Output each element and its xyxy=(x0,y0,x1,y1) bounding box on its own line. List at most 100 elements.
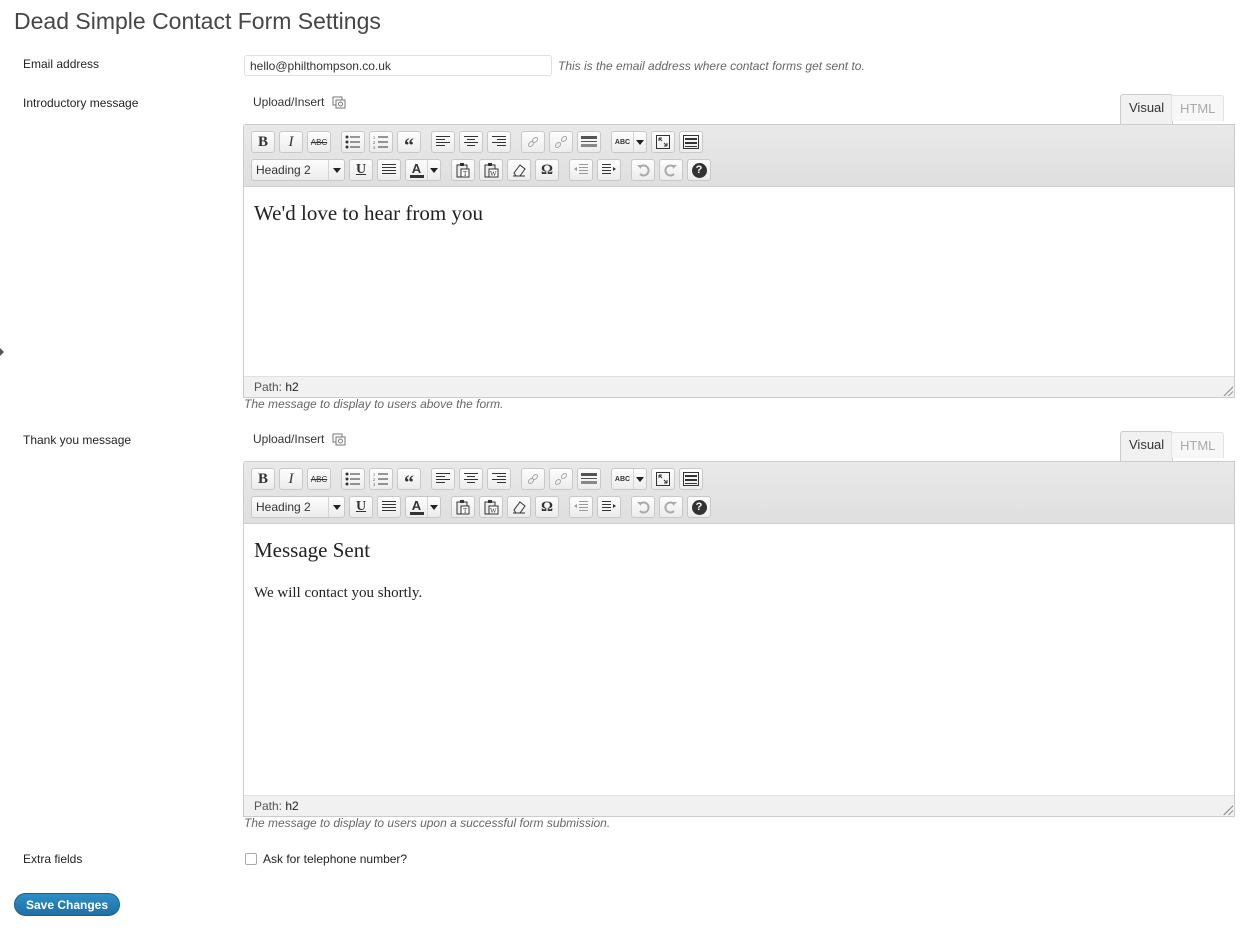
underline-button[interactable]: U xyxy=(349,159,373,181)
kitchen-sink-button[interactable] xyxy=(679,468,703,490)
fullscreen-button[interactable] xyxy=(651,468,675,490)
spellcheck-button[interactable]: ABC xyxy=(611,468,647,490)
help-icon: ? xyxy=(691,162,707,178)
chevron-down-icon xyxy=(328,497,344,517)
numbered-list-button[interactable]: 123 xyxy=(369,131,393,153)
resize-handle-icon[interactable] xyxy=(1223,386,1233,396)
indent-button[interactable] xyxy=(597,159,621,181)
underline-icon: U xyxy=(355,499,367,514)
clear-formatting-button[interactable] xyxy=(507,159,531,181)
add-media-icon[interactable] xyxy=(332,433,346,446)
align-right-button[interactable] xyxy=(487,131,511,153)
text-color-dropdown-icon[interactable] xyxy=(428,497,440,517)
special-character-button[interactable]: Ω xyxy=(535,159,559,181)
undo-button[interactable] xyxy=(631,159,655,181)
blockquote-button[interactable]: “ xyxy=(397,131,421,157)
unlink-button[interactable] xyxy=(549,468,573,490)
add-media-icon[interactable] xyxy=(332,96,346,109)
text-color-button[interactable]: A xyxy=(405,496,441,518)
telephone-option[interactable]: Ask for telephone number? xyxy=(245,852,407,866)
more-tag-icon xyxy=(581,136,597,147)
more-tag-button[interactable] xyxy=(577,468,601,490)
thanks-path-bar: Path: h2 xyxy=(244,795,1234,816)
bullet-list-button[interactable] xyxy=(341,468,365,490)
bullet-list-button[interactable] xyxy=(341,131,365,153)
strikethrough-button[interactable]: ABC xyxy=(307,131,331,153)
intro-description: The message to display to users above th… xyxy=(244,397,504,411)
align-center-button[interactable] xyxy=(459,468,483,490)
format-select[interactable]: Heading 2 xyxy=(251,496,345,518)
upload-insert-link[interactable]: Upload/Insert xyxy=(253,432,346,446)
tab-html[interactable]: HTML xyxy=(1171,432,1225,458)
bullet-list-icon xyxy=(345,135,360,149)
intro-content-area[interactable]: We'd love to hear from you xyxy=(244,187,1234,376)
strikethrough-button[interactable]: ABC xyxy=(307,468,331,490)
paste-text-icon: T xyxy=(456,499,470,515)
text-color-dropdown-icon[interactable] xyxy=(428,160,440,180)
italic-button[interactable]: I xyxy=(279,468,303,490)
justify-button[interactable] xyxy=(377,496,401,518)
insert-link-button[interactable] xyxy=(521,468,545,490)
help-button[interactable]: ? xyxy=(687,496,711,518)
paste-word-button[interactable]: W xyxy=(479,159,503,181)
paste-word-button[interactable]: W xyxy=(479,496,503,518)
redo-button[interactable] xyxy=(659,496,683,518)
help-button[interactable]: ? xyxy=(687,159,711,181)
collapse-arrow-icon[interactable] xyxy=(0,348,4,356)
telephone-checkbox[interactable] xyxy=(245,853,257,865)
email-input[interactable] xyxy=(244,55,552,76)
intro-path-bar: Path: h2 xyxy=(244,376,1234,397)
fullscreen-button[interactable] xyxy=(651,131,675,153)
redo-button[interactable] xyxy=(659,159,683,181)
blockquote-button[interactable]: “ xyxy=(397,468,421,494)
upload-insert-link[interactable]: Upload/Insert xyxy=(253,95,346,109)
underline-button[interactable]: U xyxy=(349,496,373,518)
spellcheck-button[interactable]: ABC xyxy=(611,131,647,153)
align-center-icon xyxy=(464,473,478,483)
thanks-paragraph: We will contact you shortly. xyxy=(254,585,423,601)
text-color-button[interactable]: A xyxy=(405,159,441,181)
tab-html[interactable]: HTML xyxy=(1171,95,1225,121)
special-character-button[interactable]: Ω xyxy=(535,496,559,518)
paste-word-icon: W xyxy=(484,499,498,515)
align-center-button[interactable] xyxy=(459,131,483,153)
page-title: Dead Simple Contact Form Settings xyxy=(14,8,381,34)
thanks-content-area[interactable]: Message Sent We will contact you shortly… xyxy=(244,524,1234,795)
save-changes-button[interactable]: Save Changes xyxy=(14,893,120,916)
path-value[interactable]: h2 xyxy=(285,380,298,394)
help-icon: ? xyxy=(691,499,707,515)
format-select-value: Heading 2 xyxy=(256,500,311,514)
path-value[interactable]: h2 xyxy=(285,799,298,813)
resize-handle-icon[interactable] xyxy=(1223,805,1233,815)
more-tag-button[interactable] xyxy=(577,131,601,153)
spellcheck-dropdown-icon[interactable] xyxy=(634,132,646,152)
paste-text-button[interactable]: T xyxy=(451,159,475,181)
outdent-button[interactable] xyxy=(569,496,593,518)
paste-text-button[interactable]: T xyxy=(451,496,475,518)
unlink-button[interactable] xyxy=(549,131,573,153)
clear-formatting-button[interactable] xyxy=(507,496,531,518)
bold-button[interactable]: B xyxy=(251,131,275,153)
justify-icon xyxy=(382,501,396,511)
undo-button[interactable] xyxy=(631,496,655,518)
bullet-list-icon xyxy=(345,472,360,486)
strikethrough-icon: ABC xyxy=(310,137,328,147)
format-select[interactable]: Heading 2 xyxy=(251,159,345,181)
upload-insert-label: Upload/Insert xyxy=(253,95,325,109)
outdent-button[interactable] xyxy=(569,159,593,181)
indent-button[interactable] xyxy=(597,496,621,518)
numbered-list-button[interactable]: 123 xyxy=(369,468,393,490)
bold-button[interactable]: B xyxy=(251,468,275,490)
insert-link-button[interactable] xyxy=(521,131,545,153)
spellcheck-dropdown-icon[interactable] xyxy=(634,469,646,489)
path-label: Path: xyxy=(254,380,283,394)
align-left-button[interactable] xyxy=(431,131,455,153)
align-left-button[interactable] xyxy=(431,468,455,490)
italic-button[interactable]: I xyxy=(279,131,303,153)
tab-visual[interactable]: Visual xyxy=(1120,94,1174,124)
undo-icon xyxy=(637,164,650,177)
justify-button[interactable] xyxy=(377,159,401,181)
tab-visual[interactable]: Visual xyxy=(1120,431,1174,461)
align-right-button[interactable] xyxy=(487,468,511,490)
kitchen-sink-button[interactable] xyxy=(679,131,703,153)
